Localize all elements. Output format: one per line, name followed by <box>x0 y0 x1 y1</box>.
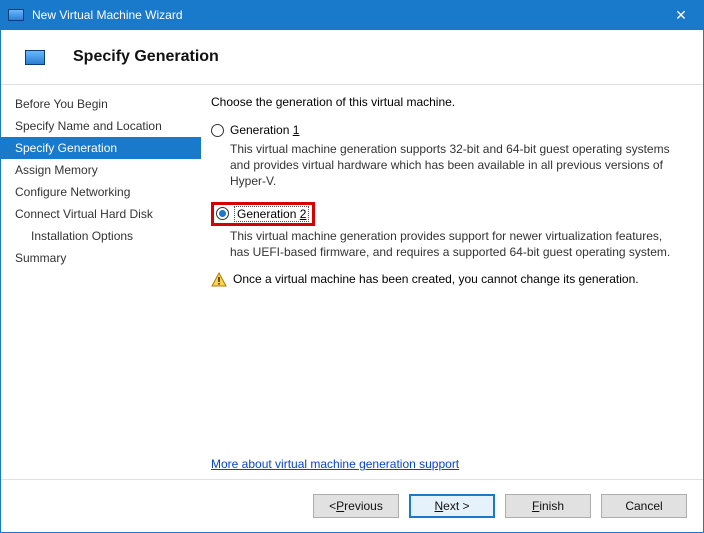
generation-1-option[interactable]: Generation 1 <box>211 123 683 137</box>
step-summary[interactable]: Summary <box>1 247 201 269</box>
generation-2-option[interactable]: Generation 2 <box>211 202 315 226</box>
header-area: Specify Generation <box>1 30 703 84</box>
finish-button[interactable]: Finish <box>505 494 591 518</box>
wizard-steps-sidebar: Before You Begin Specify Name and Locati… <box>1 85 201 479</box>
step-configure-networking[interactable]: Configure Networking <box>1 181 201 203</box>
more-about-link[interactable]: More about virtual machine generation su… <box>211 457 459 471</box>
main-area: Before You Begin Specify Name and Locati… <box>1 84 703 479</box>
page-title: Specify Generation <box>73 48 219 66</box>
page-icon <box>25 50 45 65</box>
generation-1-label[interactable]: Generation 1 <box>230 123 299 137</box>
close-button[interactable]: ✕ <box>658 0 704 30</box>
radio-checked-icon[interactable] <box>216 207 229 220</box>
step-specify-name-location[interactable]: Specify Name and Location <box>1 115 201 137</box>
warning-row: Once a virtual machine has been created,… <box>211 272 683 291</box>
radio-unchecked-icon[interactable] <box>211 124 224 137</box>
step-connect-vhd[interactable]: Connect Virtual Hard Disk <box>1 203 201 225</box>
content-pane: Choose the generation of this virtual ma… <box>201 85 703 479</box>
window-body: Specify Generation Before You Begin Spec… <box>0 30 704 533</box>
wizard-icon <box>8 9 24 21</box>
step-assign-memory[interactable]: Assign Memory <box>1 159 201 181</box>
instruction-text: Choose the generation of this virtual ma… <box>211 95 683 109</box>
generation-1-description: This virtual machine generation supports… <box>230 141 683 190</box>
step-before-you-begin[interactable]: Before You Begin <box>1 93 201 115</box>
title-bar: New Virtual Machine Wizard ✕ <box>0 0 704 30</box>
cancel-button[interactable]: Cancel <box>601 494 687 518</box>
button-bar: < Previous Next > Finish Cancel <box>1 479 703 532</box>
warning-text: Once a virtual machine has been created,… <box>233 272 639 286</box>
previous-button[interactable]: < Previous <box>313 494 399 518</box>
generation-2-label[interactable]: Generation 2 <box>235 207 308 221</box>
step-specify-generation[interactable]: Specify Generation <box>1 137 201 159</box>
warning-icon <box>211 272 227 291</box>
generation-2-description: This virtual machine generation provides… <box>230 228 683 260</box>
next-button[interactable]: Next > <box>409 494 495 518</box>
window-title: New Virtual Machine Wizard <box>32 8 183 22</box>
step-installation-options[interactable]: Installation Options <box>1 225 201 247</box>
